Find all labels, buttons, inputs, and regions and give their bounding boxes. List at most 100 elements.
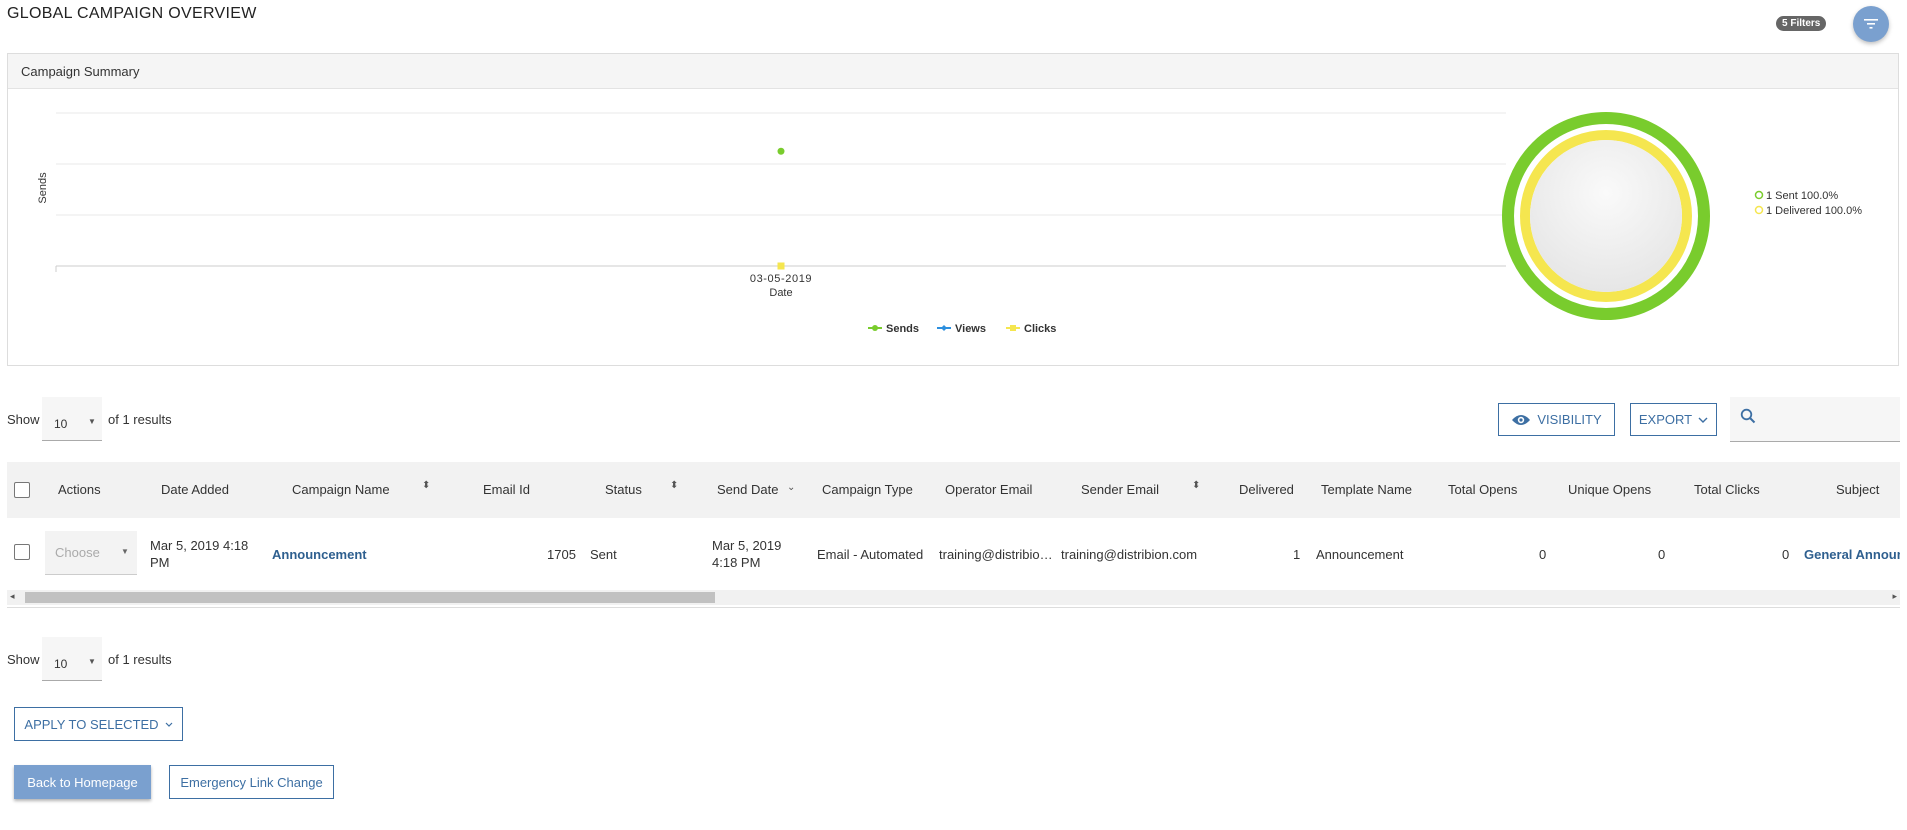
header-template-name[interactable]: Template Name [1321,482,1412,497]
header-date-added[interactable]: Date Added [161,482,229,497]
caret-down-icon: ▼ [88,417,96,426]
donut-center [1530,140,1682,292]
campaign-summary-panel: Campaign Summary Sends 03-05-2019 Date S… [7,53,1899,366]
results-count: of 1 results [108,412,172,427]
header-campaign-name[interactable]: Campaign Name [292,482,390,497]
emergency-link-change-button[interactable]: Emergency Link Change [169,765,334,799]
horizontal-scrollbar[interactable]: ◂ ▸ [7,590,1900,605]
campaign-name-link[interactable]: Announcement [272,547,367,562]
filters-count-badge[interactable]: 5 Filters [1776,16,1827,31]
search-field[interactable] [1730,397,1900,442]
total-clicks-cell: 0 [1782,547,1790,562]
x-axis-label: Date [769,287,792,299]
date-added-line1: Mar 5, 2019 4:18 [150,538,249,553]
select-all-checkbox[interactable] [14,482,30,498]
visibility-label: VISIBILITY [1537,412,1602,427]
scroll-right-icon[interactable]: ▸ [1892,591,1897,602]
scrollbar-thumb[interactable] [25,592,715,603]
send-date-line2: 4:18 PM [712,555,761,570]
sort-icon[interactable]: ⬍ [670,480,678,491]
donut-legend: 1 Sent 100.0% 1 Delivered 100.0% [1754,190,1862,217]
header-operator-email[interactable]: Operator Email [945,482,1032,497]
unique-opens-cell: 0 [1658,547,1666,562]
total-opens-cell: 0 [1539,547,1547,562]
page-size-select[interactable]: 10 ▼ [42,397,102,441]
header-campaign-type[interactable]: Campaign Type [822,482,913,497]
export-label: EXPORT [1638,412,1693,427]
search-input[interactable] [1764,405,1898,433]
x-tick-label: 03-05-2019 [750,273,812,285]
point-sends [777,147,785,155]
show-label: Show [7,412,40,427]
row-action-placeholder: Choose [55,545,100,560]
donut-chart [1502,112,1710,320]
results-count-bottom: of 1 results [108,652,172,667]
visibility-button[interactable]: VISIBILITY [1498,403,1615,436]
header-unique-opens[interactable]: Unique Opens [1568,482,1651,497]
header-sender-email[interactable]: Sender Email [1081,482,1159,497]
sort-icon[interactable]: ⬍ [1192,480,1200,491]
page-size-value: 10 [54,657,68,671]
chevron-down-icon [165,722,173,727]
header-total-opens[interactable]: Total Opens [1448,482,1517,497]
point-clicks [777,262,785,270]
legend-label: Clicks [1024,323,1056,335]
sender-email-cell: training@distribion.com [1061,547,1198,562]
show-label-bottom: Show [7,652,40,667]
filter-button[interactable] [1853,6,1889,42]
panel-header: Campaign Summary [8,54,1898,89]
filter-icon [1864,19,1878,29]
back-to-homepage-button[interactable]: Back to Homepage [14,765,151,799]
template-name-cell: Announcement [1316,547,1404,562]
header-subject[interactable]: Subject [1836,482,1879,497]
table-row: Choose ▼ Mar 5, 2019 4:18 PM Announcemen… [7,518,1900,590]
header-delivered[interactable]: Delivered [1239,482,1294,497]
legend-marker [872,325,878,331]
row-checkbox[interactable] [14,544,30,560]
eye-icon [1512,414,1531,425]
export-button[interactable]: EXPORT [1630,403,1717,436]
header-total-clicks[interactable]: Total Clicks [1694,482,1760,497]
y-axis-label: Sends [37,172,49,204]
table-header-row: Actions Date Added Campaign Name ⬍ Email… [7,462,1900,518]
scroll-left-icon[interactable]: ◂ [10,591,15,602]
status-cell: Sent [590,547,617,562]
campaign-type-cell: Email - Automated [817,547,924,562]
header-email-id[interactable]: Email Id [483,482,530,497]
line-chart-points [777,147,785,270]
page-title: GLOBAL CAMPAIGN OVERVIEW [7,5,257,22]
donut-legend-marker [1754,205,1764,215]
line-chart-ticks: 03-05-2019 [750,273,812,285]
legend-label: Sends [886,323,919,335]
header-status[interactable]: Status [605,482,642,497]
donut-legend-label: 1 Sent 100.0% [1766,190,1838,202]
caret-down-icon: ▼ [121,547,129,556]
page-size-select-bottom[interactable]: 10 ▼ [42,637,102,681]
row-action-select[interactable]: Choose ▼ [45,531,137,575]
line-chart-legend: Sends Views Clicks [868,323,1056,335]
line-chart-grid [55,112,1506,272]
sort-desc-icon[interactable]: ⌄ [787,482,795,493]
legend-marker [941,325,947,331]
donut-legend-marker [1754,190,1764,200]
operator-email-cell: training@distribio… [939,547,1053,562]
legend-marker [1010,325,1016,331]
email-id-cell: 1705 [547,547,576,562]
search-icon [1740,408,1756,424]
header-send-date[interactable]: Send Date [717,482,778,497]
chevron-down-icon [1698,417,1708,423]
campaigns-table: Actions Date Added Campaign Name ⬍ Email… [7,462,1900,608]
donut-legend-label: 1 Delivered 100.0% [1766,205,1862,217]
legend-label: Views [955,323,986,335]
caret-down-icon: ▼ [88,657,96,666]
subject-link[interactable]: General Announc [1804,547,1900,562]
campaign-summary-charts: Sends 03-05-2019 Date Sends Views Clicks 1… [37,112,1862,335]
sort-icon[interactable]: ⬍ [422,480,430,491]
date-added-line2: PM [150,555,170,570]
header-actions: Actions [58,482,101,497]
apply-to-selected-button[interactable]: APPLY TO SELECTED [14,707,183,741]
send-date-line1: Mar 5, 2019 [712,538,782,553]
page-size-value: 10 [54,417,68,431]
delivered-cell: 1 [1293,547,1301,562]
panel-title: Campaign Summary [21,64,140,79]
